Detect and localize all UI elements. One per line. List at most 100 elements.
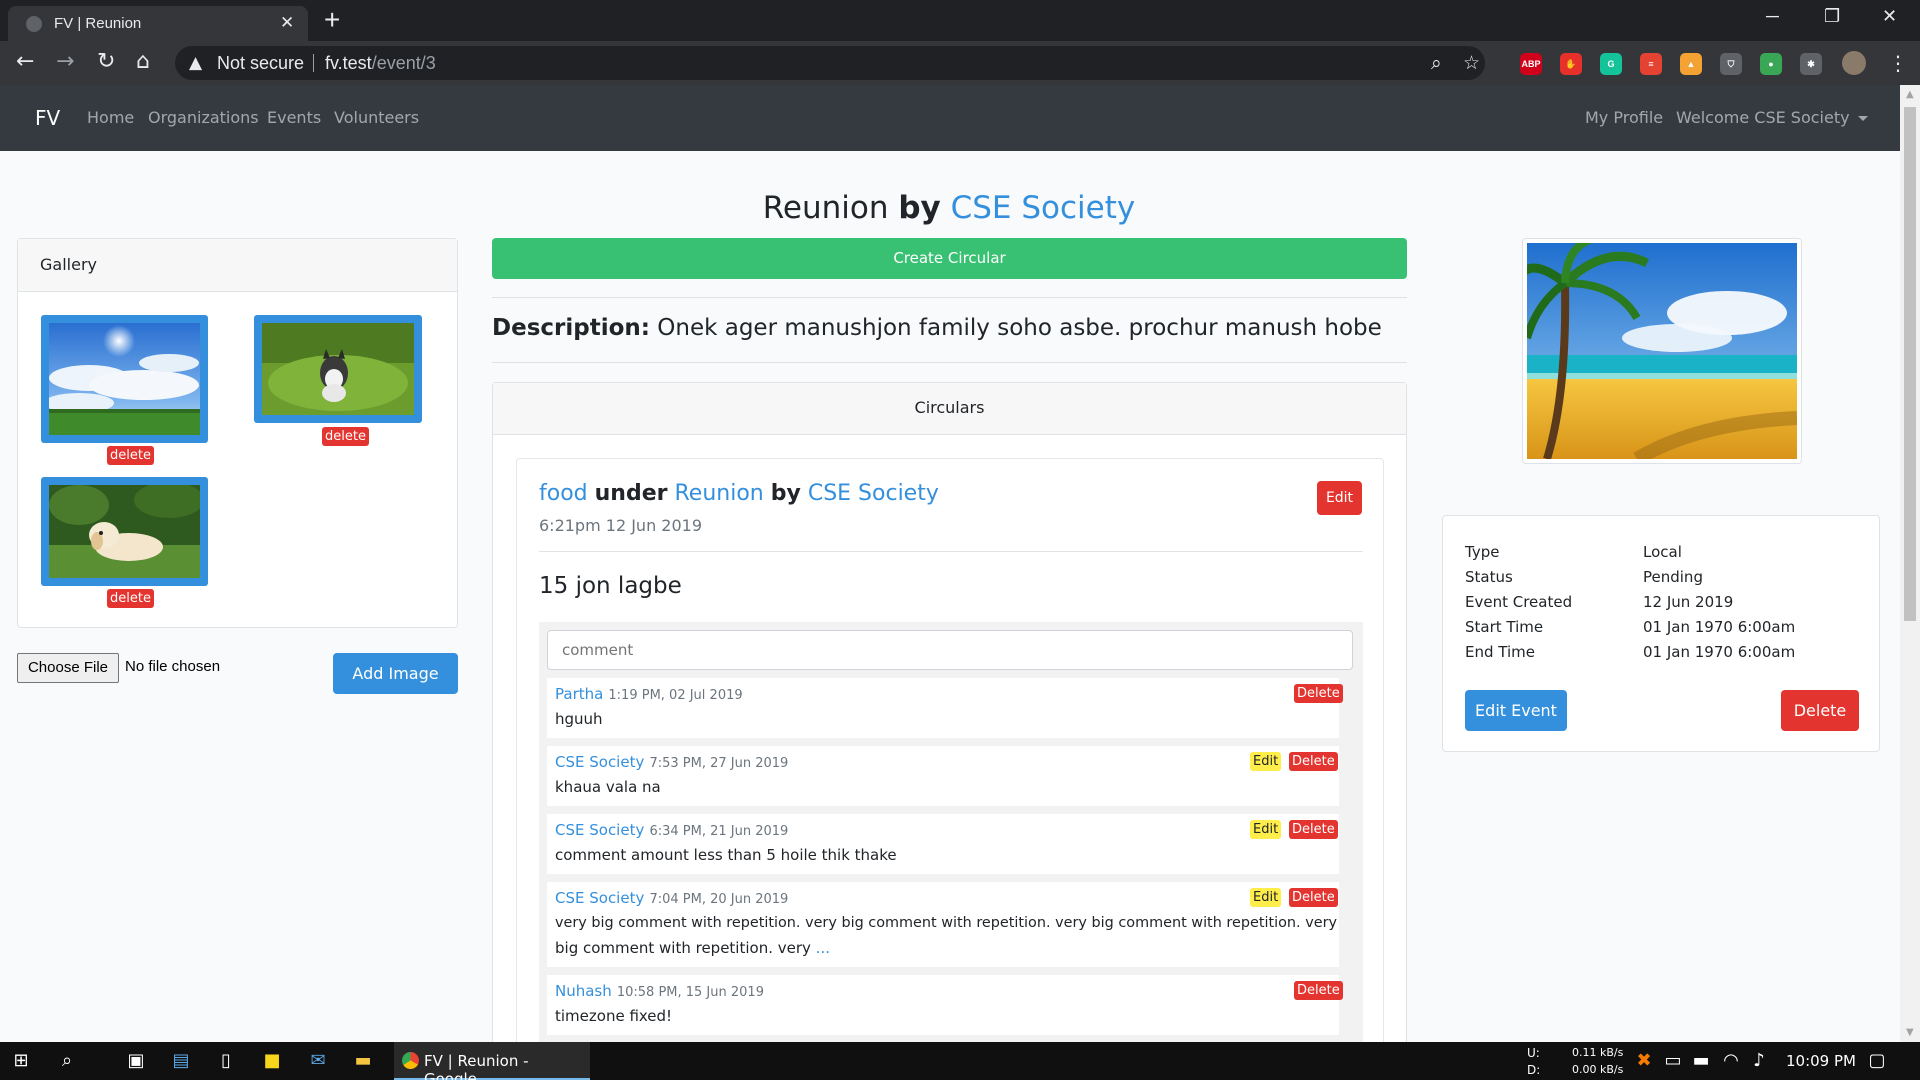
nav-link-events[interactable]: Events (267, 108, 321, 127)
comment-author[interactable]: Nuhash (555, 982, 612, 1000)
scroll-thumb[interactable] (1904, 107, 1916, 621)
back-icon[interactable]: ← (16, 50, 34, 74)
scroll-up-icon[interactable]: ▲ (1906, 89, 1914, 100)
address-bar[interactable]: ▲ Not secure fv.test/event/3 ⌕ ☆ (175, 46, 1485, 80)
add-image-button[interactable]: Add Image (333, 653, 458, 694)
taskbar-chrome-app[interactable]: FV | Reunion - Google... (394, 1042, 590, 1080)
restore-icon[interactable]: ❐ (1824, 6, 1840, 27)
phone-icon[interactable]: ▯ (215, 1050, 237, 1072)
event-organization-link[interactable]: CSE Society (951, 190, 1136, 226)
delete-event-button[interactable]: Delete (1781, 690, 1859, 731)
circular-organization-link[interactable]: CSE Society (808, 481, 939, 506)
user-dropdown[interactable]: Welcome CSE Society (1676, 108, 1868, 127)
comment-delete-button[interactable]: Delete (1289, 752, 1338, 771)
comment-delete-button[interactable]: Delete (1294, 684, 1343, 703)
circular-event-link[interactable]: Reunion (674, 481, 763, 506)
windows-start-icon[interactable]: ⊞ (10, 1050, 32, 1072)
edit-event-button[interactable]: Edit Event (1465, 690, 1567, 731)
brand-logo[interactable]: FV (35, 106, 60, 130)
comment-edit-button[interactable]: Edit (1250, 888, 1282, 907)
clock[interactable]: 10:09 PM (1786, 1052, 1856, 1070)
page-viewport: FV Home Organizations Events Volunteers … (0, 85, 1900, 1042)
read-more-link[interactable]: ... (816, 939, 830, 957)
gallery-image-husky[interactable] (254, 315, 422, 423)
browser-tab[interactable]: FV | Reunion ✕ (8, 6, 308, 41)
comment-delete-button[interactable]: Delete (1294, 981, 1343, 1000)
comment-author[interactable]: CSE Society (555, 821, 644, 839)
xampp-icon[interactable]: ✖ (1633, 1050, 1655, 1072)
circular-item: food under Reunion by CSE Society Edit 6… (516, 458, 1384, 1042)
comment-delete-button[interactable]: Delete (1289, 820, 1338, 839)
todoist-icon[interactable]: ≡ (1640, 53, 1662, 75)
comment-author[interactable]: Partha (555, 685, 603, 703)
gallery-image-sky[interactable] (41, 315, 208, 443)
url-text[interactable]: fv.test/event/3 (325, 53, 436, 74)
divider (539, 551, 1363, 552)
nav-link-volunteers[interactable]: Volunteers (334, 108, 419, 127)
gallery-delete-button-1[interactable]: delete (107, 446, 154, 465)
comment-text: comment amount less than 5 hoile thik th… (555, 846, 897, 864)
gallery-delete-button-3[interactable]: delete (107, 589, 154, 608)
event-title: Reunion by CSE Society (490, 190, 1408, 226)
bookmark-star-icon[interactable]: ☆ (1463, 52, 1480, 74)
reload-icon[interactable]: ↻ (97, 50, 115, 74)
battery-icon[interactable]: ▬ (1690, 1050, 1712, 1072)
gallery-delete-button-2[interactable]: delete (322, 427, 369, 446)
brave-shield-icon[interactable]: ⛉ (1720, 53, 1742, 75)
adblock-icon[interactable]: ✋ (1560, 53, 1582, 75)
app-icon[interactable]: ▤ (170, 1050, 192, 1072)
nav-link-organizations[interactable]: Organizations (148, 108, 259, 127)
adblock-plus-icon[interactable]: ABP (1520, 53, 1542, 75)
task-view-icon[interactable]: ▣ (125, 1050, 147, 1072)
wifi-icon[interactable]: ◠ (1720, 1050, 1742, 1072)
comment-time: 10:58 PM, 15 Jun 2019 (616, 985, 764, 1000)
nav-link-my-profile[interactable]: My Profile (1585, 108, 1663, 127)
browser-tabstrip: FV | Reunion ✕ + ─ ❐ ✕ (0, 0, 1920, 41)
comment-text: hguuh (555, 710, 603, 728)
new-tab-button[interactable]: + (324, 5, 340, 35)
lighthouse-icon[interactable]: ▲ (1680, 53, 1702, 75)
comment-delete-button[interactable]: Delete (1289, 888, 1338, 907)
circular-title-link[interactable]: food (539, 481, 588, 506)
security-label[interactable]: Not secure (217, 53, 304, 74)
url-host: fv.test (325, 53, 372, 73)
welcome-text: Welcome CSE Society (1676, 108, 1850, 127)
tab-close-icon[interactable]: ✕ (280, 13, 294, 33)
color-picker-icon[interactable]: ● (1760, 53, 1782, 75)
comment-author[interactable]: CSE Society (555, 889, 644, 907)
net-up-speed: 0.11 kB/s (1572, 1046, 1624, 1059)
sticky-notes-icon[interactable]: ■ (261, 1050, 283, 1072)
gallery-title: Gallery (40, 255, 97, 274)
forward-icon[interactable]: → (56, 50, 74, 74)
create-circular-button[interactable]: Create Circular (492, 238, 1407, 279)
notifications-icon[interactable]: ▢ (1866, 1050, 1888, 1072)
nav-link-home[interactable]: Home (87, 108, 134, 127)
volume-icon[interactable]: ♪ (1748, 1050, 1770, 1072)
minimize-icon[interactable]: ─ (1766, 6, 1779, 27)
search-icon[interactable]: ⌕ (56, 1050, 78, 1072)
page-scrollbar[interactable]: ▲ ▼ (1900, 85, 1920, 1042)
grammarly-icon[interactable]: G (1600, 53, 1622, 75)
circular-edit-button[interactable]: Edit (1317, 481, 1362, 515)
close-window-icon[interactable]: ✕ (1882, 6, 1897, 27)
home-icon[interactable]: ⌂ (136, 50, 150, 74)
warning-icon: ▲ (189, 53, 203, 73)
choose-file-button[interactable]: Choose File (17, 653, 119, 683)
profile-avatar[interactable] (1842, 51, 1866, 75)
info-label-status: Status (1465, 568, 1513, 586)
comment-edit-button[interactable]: Edit (1250, 820, 1282, 839)
browser-toolbar: ← → ↻ ⌂ ▲ Not secure fv.test/event/3 ⌕ ☆… (0, 41, 1920, 85)
mail-icon[interactable]: ✉ (307, 1050, 329, 1072)
comment-edit-button[interactable]: Edit (1250, 752, 1282, 771)
menu-kebab-icon[interactable]: ⋮ (1888, 51, 1908, 75)
comment-item: CSE Society 7:53 PM, 27 Jun 2019 Edit De… (547, 746, 1339, 806)
file-explorer-icon[interactable]: ▬ (352, 1050, 374, 1072)
scroll-down-icon[interactable]: ▼ (1906, 1027, 1914, 1038)
zoom-search-icon[interactable]: ⌕ (1431, 52, 1442, 74)
comment-text: khaua vala na (555, 778, 661, 796)
comment-input[interactable] (547, 630, 1353, 670)
comment-author[interactable]: CSE Society (555, 753, 644, 771)
gallery-image-golden[interactable] (41, 477, 208, 586)
monitor-icon[interactable]: ▭ (1662, 1050, 1684, 1072)
extensions-puzzle-icon[interactable]: ✱ (1800, 53, 1822, 75)
